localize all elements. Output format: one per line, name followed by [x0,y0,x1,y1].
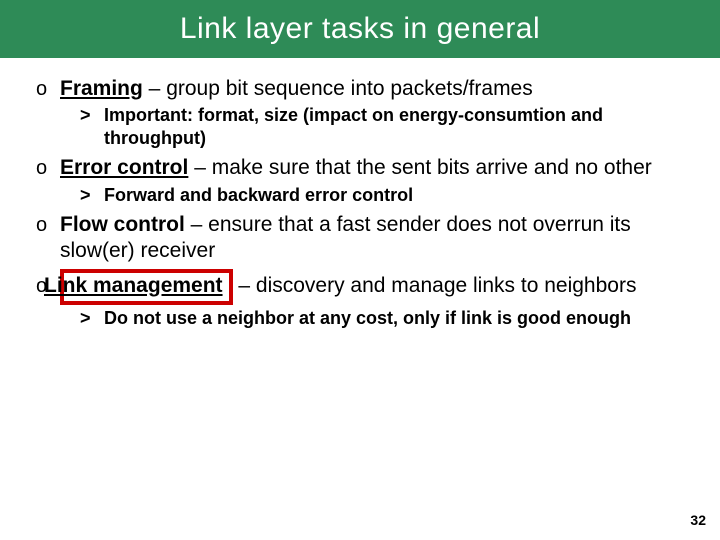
slide-title: Link layer tasks in general [180,12,540,46]
slide-content: oFraming – group bit sequence into packe… [0,58,720,329]
text-framing: – group bit sequence into packets/frames [143,77,533,100]
term-link-management-highlight: Link management [60,269,233,305]
text-framing-sub: Important: format, size (impact on energ… [104,105,603,148]
subbullet-marker: > [80,184,104,207]
text-error-sub: Forward and backward error control [104,185,413,205]
bullet-marker: o [36,213,60,238]
subbullet-framing: >Important: format, size (impact on ener… [18,104,694,149]
page-number: 32 [690,512,706,528]
term-flow-control: Flow control [60,213,185,236]
subbullet-error-control: >Forward and backward error control [18,184,694,207]
slide-title-bar: Link layer tasks in general [0,0,720,58]
bullet-marker: o [36,77,60,102]
bullet-link-management: oLink management – discovery and manage … [18,269,694,305]
bullet-flow-control: oFlow control – ensure that a fast sende… [18,212,694,265]
subbullet-marker: > [80,104,104,127]
bullet-error-control: oError control – make sure that the sent… [18,155,694,181]
text-error-control: – make sure that the sent bits arrive an… [188,156,651,179]
subbullet-link-management: >Do not use a neighbor at any cost, only… [18,307,694,330]
term-framing: Framing [60,77,143,100]
bullet-framing: oFraming – group bit sequence into packe… [18,76,694,102]
text-link-management: – discovery and manage links to neighbor… [233,274,637,297]
term-error-control: Error control [60,156,188,179]
text-link-sub: Do not use a neighbor at any cost, only … [104,308,631,328]
subbullet-marker: > [80,307,104,330]
bullet-marker: o [36,156,60,181]
